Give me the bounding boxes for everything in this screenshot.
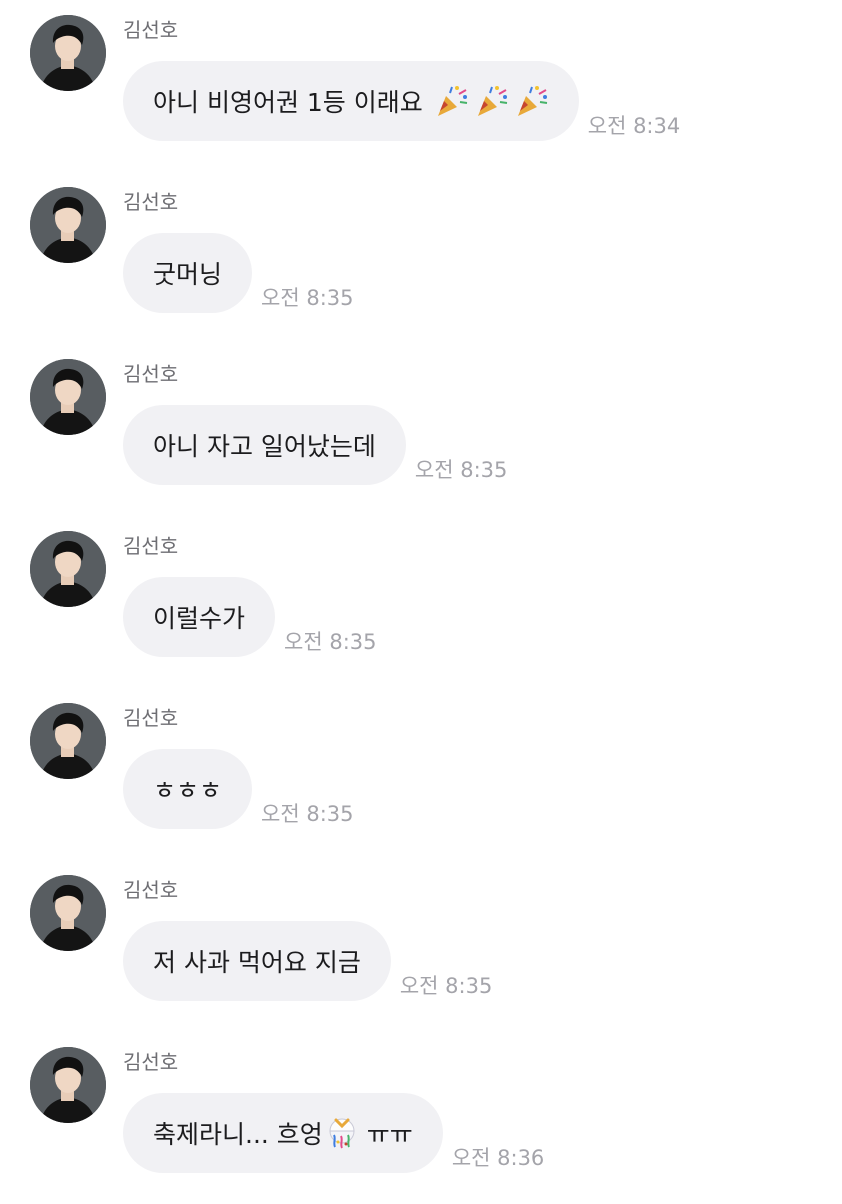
avatar-photo <box>30 1047 106 1123</box>
avatar-photo <box>30 531 106 607</box>
message-bubble[interactable]: 저 사과 먹어요 지금 <box>123 921 391 1001</box>
sender-name: 김선호 <box>123 878 179 902</box>
chat-thread: 김선호 아니 비영어권 1등 이래요 오전 8:34 김선호 굿머닝 오전 8:… <box>0 0 842 1200</box>
message: 김선호 저 사과 먹어요 지금 오전 8:35 <box>0 860 842 1032</box>
avatar[interactable] <box>30 15 106 91</box>
sender-name: 김선호 <box>123 534 179 558</box>
message-row: 아니 자고 일어났는데 오전 8:35 <box>123 405 507 485</box>
message-text: 저 사과 먹어요 지금 <box>153 948 361 977</box>
message-bubble[interactable]: 이럴수가 <box>123 577 276 657</box>
avatar[interactable] <box>30 875 106 951</box>
message: 김선호 아니 비영어권 1등 이래요 오전 8:34 <box>0 0 842 172</box>
sender-name: 김선호 <box>123 362 179 386</box>
confetti-ball-icon <box>325 1116 359 1150</box>
message: 김선호 아니 자고 일어났는데 오전 8:35 <box>0 344 842 516</box>
message-time: 오전 8:35 <box>261 286 354 310</box>
avatar-photo <box>30 703 106 779</box>
message-time: 오전 8:35 <box>261 802 354 826</box>
avatar[interactable] <box>30 531 106 607</box>
message-row: 굿머닝 오전 8:35 <box>123 233 354 313</box>
message-text: 아니 비영어권 1등 이래요 <box>153 88 423 117</box>
sender-name: 김선호 <box>123 706 179 730</box>
message-row: 저 사과 먹어요 지금 오전 8:35 <box>123 921 492 1001</box>
message-text-after: ㅠㅠ <box>366 1120 413 1149</box>
message-bubble[interactable]: ㅎㅎㅎ <box>123 749 253 829</box>
avatar-photo <box>30 875 106 951</box>
message-row: 아니 비영어권 1등 이래요 오전 8:34 <box>123 61 680 141</box>
message-row: ㅎㅎㅎ 오전 8:35 <box>123 749 354 829</box>
message-bubble[interactable]: 아니 비영어권 1등 이래요 <box>123 61 579 141</box>
message-bubble[interactable]: 축제라니... 흐엉 ㅠㅠ <box>123 1093 443 1173</box>
party-popper-icon <box>435 84 469 118</box>
avatar[interactable] <box>30 187 106 263</box>
message-time: 오전 8:35 <box>399 974 493 998</box>
message: 김선호 이럴수가 오전 8:35 <box>0 516 842 688</box>
message-text: 굿머닝 <box>153 260 223 289</box>
message-text: 축제라니... 흐엉 <box>153 1120 323 1149</box>
message-text: 이럴수가 <box>153 604 246 633</box>
message-time: 오전 8:35 <box>414 458 508 482</box>
message-time: 오전 8:34 <box>587 114 681 138</box>
message: 김선호 굿머닝 오전 8:35 <box>0 172 842 344</box>
message: 김선호 ㅎㅎㅎ 오전 8:35 <box>0 688 842 860</box>
message-time: 오전 8:36 <box>451 1146 545 1170</box>
sender-name: 김선호 <box>123 190 179 214</box>
message-row: 축제라니... 흐엉 ㅠㅠ 오전 8:36 <box>123 1093 544 1173</box>
avatar-photo <box>30 187 106 263</box>
party-popper-icon <box>475 84 509 118</box>
message-row: 이럴수가 오전 8:35 <box>123 577 377 657</box>
avatar[interactable] <box>30 359 106 435</box>
avatar-photo <box>30 359 106 435</box>
avatar[interactable] <box>30 1047 106 1123</box>
message-time: 오전 8:35 <box>284 630 377 654</box>
message-text: ㅎㅎㅎ <box>153 776 223 805</box>
message-bubble[interactable]: 굿머닝 <box>123 233 253 313</box>
message: 김선호 축제라니... 흐엉 ㅠㅠ 오전 8:36 <box>0 1032 842 1204</box>
sender-name: 김선호 <box>123 1050 179 1074</box>
party-popper-icon <box>515 84 549 118</box>
message-text: 아니 자고 일어났는데 <box>153 432 376 461</box>
sender-name: 김선호 <box>123 18 179 42</box>
avatar-photo <box>30 15 106 91</box>
avatar[interactable] <box>30 703 106 779</box>
message-bubble[interactable]: 아니 자고 일어났는데 <box>123 405 406 485</box>
